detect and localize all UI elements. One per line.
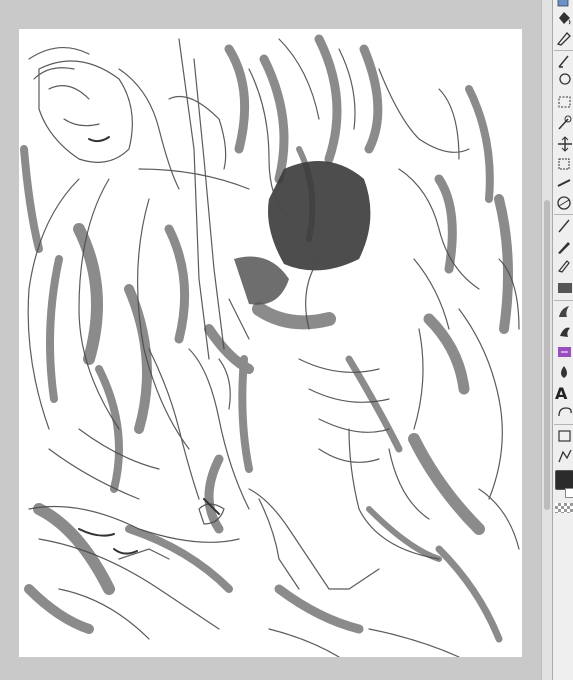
move-icon[interactable]	[555, 134, 573, 154]
brush-icon[interactable]	[555, 193, 573, 213]
sub-color-swatch[interactable]	[565, 488, 573, 498]
airbrush-icon[interactable]	[555, 216, 573, 236]
main-color-swatch[interactable]	[555, 470, 573, 490]
lasso-icon[interactable]	[555, 70, 573, 90]
blend-icon[interactable]	[555, 302, 573, 322]
scroll-thumb[interactable]	[544, 200, 550, 510]
canvas-area[interactable]	[0, 0, 541, 680]
frame-icon[interactable]	[555, 403, 573, 423]
fill-bucket-icon[interactable]	[555, 8, 573, 28]
pen-icon[interactable]	[555, 28, 573, 48]
balloon-icon[interactable]	[555, 362, 573, 382]
ruler-icon[interactable]	[555, 174, 573, 194]
gradient-icon[interactable]	[555, 278, 573, 298]
rect-select-icon[interactable]	[555, 92, 573, 112]
vertical-scrollbar[interactable]	[541, 0, 552, 680]
correct-line-icon[interactable]	[555, 446, 573, 466]
panel-frame-icon[interactable]	[555, 426, 573, 446]
sketch-artwork	[20, 34, 520, 657]
drawing-canvas[interactable]	[19, 29, 522, 657]
magic-wand-icon[interactable]	[555, 113, 573, 133]
pencil-icon[interactable]	[555, 52, 573, 72]
decoration-icon[interactable]	[555, 237, 573, 257]
transform-icon[interactable]	[555, 154, 573, 174]
figure-icon[interactable]	[555, 322, 573, 342]
transparent-color-swatch[interactable]	[555, 503, 573, 513]
tool-palette: A	[552, 0, 573, 680]
eraser-icon[interactable]	[555, 256, 573, 276]
text-icon[interactable]: A	[555, 384, 573, 404]
water-drop-icon[interactable]	[555, 342, 573, 362]
